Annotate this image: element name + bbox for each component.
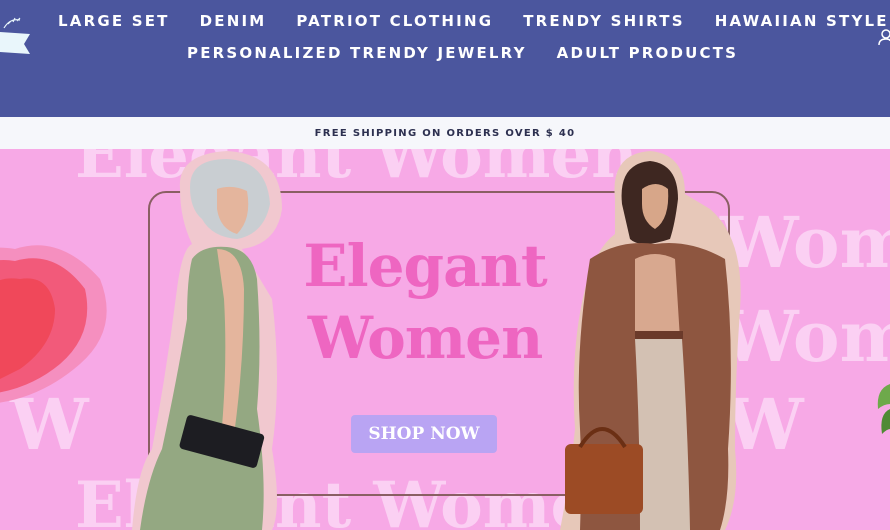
model-right-image	[560, 151, 741, 530]
announcement-text: FREE SHIPPING ON ORDERS OVER $ 40	[314, 127, 576, 139]
plant-decoration-icon	[877, 384, 890, 434]
nav-row-2: PERSONALIZED TRENDY JEWELRY ADULT PRODUC…	[187, 44, 738, 62]
announcement-bar: FREE SHIPPING ON ORDERS OVER $ 40	[0, 117, 890, 149]
user-account-icon[interactable]	[876, 28, 890, 46]
nav-item-personalized-trendy-jewelry[interactable]: PERSONALIZED TRENDY JEWELRY	[187, 44, 527, 62]
nav-item-large-set[interactable]: LARGE SET	[58, 12, 170, 30]
nav-item-adult-products[interactable]: ADULT PRODUCTS	[557, 44, 739, 62]
nav-item-trendy-shirts[interactable]: TRENDY SHIRTS	[523, 12, 684, 30]
nav-item-hawaiian-style[interactable]: HAWAIIAN STYLE	[715, 12, 889, 30]
nav-item-denim[interactable]: DENIM	[200, 12, 267, 30]
heart-icon	[0, 245, 107, 403]
shop-now-button[interactable]: SHOP NOW	[351, 415, 497, 453]
shop-now-label: SHOP NOW	[368, 424, 480, 444]
nav-item-patriot-clothing[interactable]: PATRIOT CLOTHING	[296, 12, 493, 30]
hero-banner[interactable]: Elegant Women Women Women W W Elegant Wo…	[0, 149, 890, 530]
nav-row-1: LARGE SET DENIM PATRIOT CLOTHING TRENDY …	[58, 12, 889, 30]
hero-title-line-1: Elegant	[303, 232, 547, 300]
site-header: LARGE SET DENIM PATRIOT CLOTHING TRENDY …	[0, 0, 890, 117]
hero-title-line-2: Women	[307, 304, 544, 372]
ribbon-logo-icon[interactable]	[0, 10, 32, 70]
model-left-image	[132, 151, 282, 530]
